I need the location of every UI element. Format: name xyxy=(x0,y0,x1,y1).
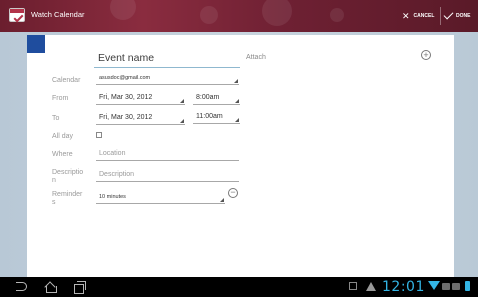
screenshot-icon xyxy=(349,282,357,290)
calendar-select[interactable]: asusdoc@gmail.com xyxy=(96,72,239,85)
cancel-button[interactable]: ✕ CANCEL xyxy=(402,8,434,24)
to-label: To xyxy=(52,115,60,122)
keyboard-icon xyxy=(452,283,460,290)
from-time-picker[interactable]: 8:00am xyxy=(193,92,240,105)
calendar-check-icon[interactable] xyxy=(9,8,25,22)
system-bar: 12:01 xyxy=(0,277,478,297)
clock: 12:01 xyxy=(382,279,425,295)
calendar-label: Calendar xyxy=(52,77,81,84)
to-date-picker[interactable]: Fri, Mar 30, 2012 xyxy=(96,112,185,125)
done-button[interactable]: DONE xyxy=(443,8,471,24)
recent-apps-icon[interactable] xyxy=(74,281,86,294)
reminders-label: Reminder s xyxy=(52,191,82,207)
reminders-label-line1: Reminder xyxy=(52,191,83,198)
calendar-color-chip xyxy=(27,35,45,53)
description-label-line2: n xyxy=(52,177,56,184)
cancel-label: CANCEL xyxy=(413,13,435,19)
done-label: DONE xyxy=(456,13,471,19)
reminders-label-line2: s xyxy=(52,199,56,206)
bokeh-decoration xyxy=(110,0,136,20)
to-time-picker[interactable]: 11:00am xyxy=(193,111,240,124)
bokeh-decoration xyxy=(200,6,218,24)
event-name-input[interactable]: Event name xyxy=(94,50,240,68)
from-label: From xyxy=(52,95,69,102)
checkmark-icon xyxy=(443,9,454,20)
wifi-icon xyxy=(428,281,440,290)
notification-icon xyxy=(442,283,450,290)
attach-label: Attach xyxy=(246,54,266,61)
bokeh-decoration xyxy=(262,0,292,26)
action-bar: Watch Calendar ✕ CANCEL DONE xyxy=(0,0,478,32)
bokeh-decoration xyxy=(330,8,344,22)
battery-icon xyxy=(465,281,470,291)
from-date-picker[interactable]: Fri, Mar 30, 2012 xyxy=(96,92,185,105)
reminder-select[interactable]: 10 minutes xyxy=(96,191,225,204)
where-label: Where xyxy=(52,151,73,158)
event-edit-card: Event name Attach + Calendar asusdoc@gma… xyxy=(27,35,454,277)
app-title: Watch Calendar xyxy=(31,10,85,19)
remove-reminder-icon[interactable]: − xyxy=(228,188,238,198)
action-divider xyxy=(440,7,441,25)
location-input[interactable]: Location xyxy=(96,148,239,161)
back-icon[interactable] xyxy=(16,282,27,291)
description-label: Descriptio n xyxy=(52,169,83,185)
add-attachment-icon[interactable]: + xyxy=(421,50,431,60)
description-input[interactable]: Description xyxy=(96,169,239,182)
allday-label: All day xyxy=(52,133,74,140)
description-label-line1: Descriptio xyxy=(52,169,84,176)
close-icon: ✕ xyxy=(402,10,410,21)
allday-checkbox[interactable] xyxy=(96,132,102,138)
warning-icon xyxy=(366,282,376,291)
content-area: Event name Attach + Calendar asusdoc@gma… xyxy=(0,32,478,277)
home-icon[interactable] xyxy=(45,281,57,293)
